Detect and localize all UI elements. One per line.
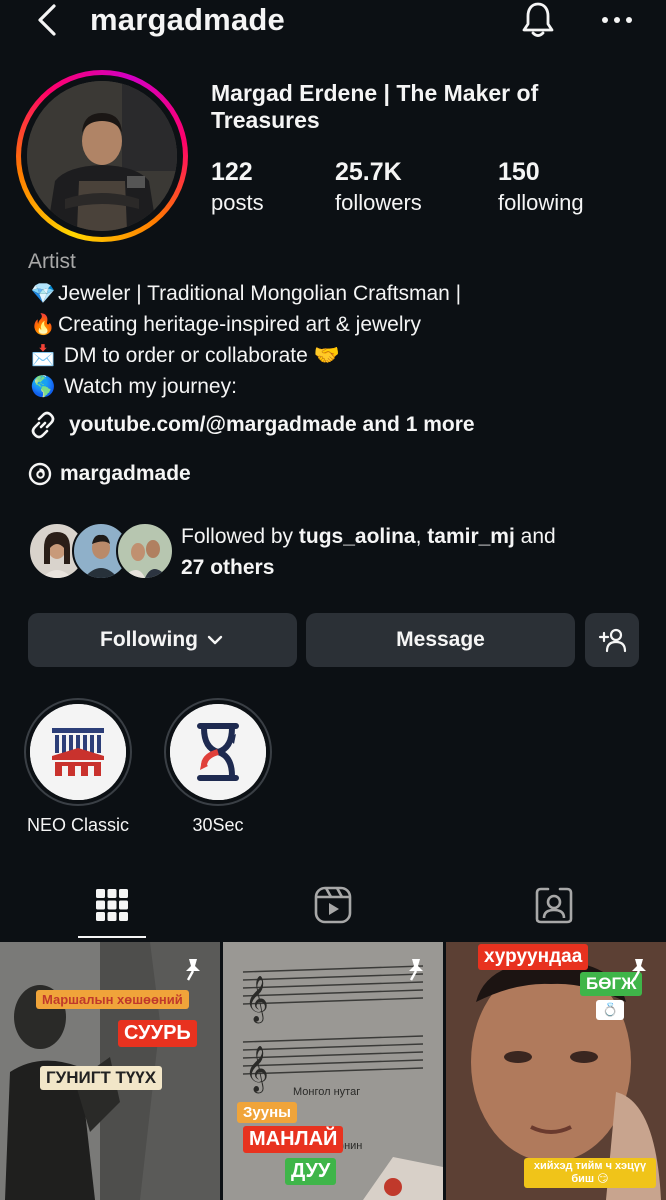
- svg-text:𝄞: 𝄞: [245, 976, 269, 1024]
- and-text: and: [514, 525, 556, 548]
- bio-line-1: 💎 Jeweler | Traditional Mongolian Craftsm…: [28, 278, 462, 310]
- globe-icon: 🌎: [30, 376, 56, 398]
- followed-by-text[interactable]: Followed by tugs_aolina, tamir_mj and 27 …: [181, 521, 631, 583]
- following-button-label: Following: [100, 628, 198, 651]
- post-caption-tag: Зууны: [237, 1102, 297, 1123]
- pin-icon: [632, 959, 646, 981]
- back-chevron-icon[interactable]: [30, 0, 70, 40]
- profile-link-text: youtube.com/@margadmade and 1 more: [69, 413, 475, 436]
- reels-icon: [314, 886, 352, 924]
- profile-username: margadmade: [90, 2, 285, 37]
- svg-text:𝄞: 𝄞: [245, 1046, 269, 1094]
- message-button[interactable]: Message: [306, 613, 575, 667]
- posts-label: posts: [211, 190, 264, 215]
- others-link[interactable]: 27 others: [181, 556, 274, 579]
- post-caption-tag: хуруундаа: [478, 944, 589, 970]
- envelope-icon: 📩: [30, 345, 56, 367]
- mutual-user-link[interactable]: tugs_aolina: [299, 525, 416, 548]
- following-label: following: [498, 190, 584, 215]
- posts-count: 122: [211, 158, 253, 186]
- display-name: Margad Erdene | The Maker of Treasures: [211, 80, 539, 133]
- bell-icon[interactable]: [518, 0, 558, 40]
- followers-count: 25.7K: [335, 158, 402, 186]
- post-caption-tag: Маршалын хөшөөний: [36, 990, 189, 1009]
- pin-icon: [409, 959, 423, 981]
- bio-line-2: 🔥 Creating heritage-inspired art & jewelr…: [28, 309, 421, 341]
- hourglass-arrows-icon: [170, 704, 266, 800]
- engraved-text: Монгол нутаг: [293, 1086, 361, 1098]
- gem-icon: 💎: [30, 283, 56, 305]
- threads-badge[interactable]: margadmade: [28, 462, 191, 486]
- avatar: [116, 522, 174, 580]
- post-thumbnail[interactable]: хуруундаа БӨГЖ 💍 хийхэд тийм ч хэцүү биш…: [446, 942, 666, 1200]
- profile-category: Artist: [28, 250, 76, 273]
- bio-text: DM to order or collaborate 🤝: [63, 344, 340, 367]
- tagged-icon: [535, 887, 573, 924]
- threads-icon: [28, 462, 52, 486]
- highlight-label: NEO Classic: [26, 815, 129, 835]
- mutual-followers-avatars[interactable]: [28, 522, 174, 580]
- post-thumbnail[interactable]: 𝄞 𝄞 Монгол нутаг тай эрд(э)нин Зууны МАН…: [223, 942, 443, 1200]
- neo-classic-logo-icon: [30, 704, 126, 800]
- more-icon[interactable]: [600, 10, 634, 30]
- followers-stat[interactable]: 25.7K followers: [335, 158, 422, 220]
- active-tab-indicator: [78, 936, 146, 938]
- fire-icon: 🔥: [30, 314, 56, 336]
- chevron-down-icon: [207, 635, 223, 645]
- following-stat[interactable]: 150 following: [498, 158, 584, 220]
- separator: ,: [415, 525, 428, 548]
- grid-icon: [96, 889, 128, 921]
- followed-by-prefix: Followed by: [181, 525, 299, 548]
- bio-line-4: 🌎 Watch my journey:: [28, 371, 237, 403]
- reels-tab[interactable]: [303, 875, 363, 935]
- post-thumbnail[interactable]: Маршалын хөшөөний СУУРЬ ГУНИГТ ТҮҮХ: [0, 942, 220, 1200]
- bio-text: Watch my journey:: [63, 375, 237, 398]
- following-count: 150: [498, 158, 540, 186]
- post-caption-tag: хийхэд тийм ч хэцүү биш 😏: [524, 1158, 656, 1188]
- profile-link[interactable]: youtube.com/@margadmade and 1 more: [28, 410, 475, 440]
- post-caption-tag: ГУНИГТ ТҮҮХ: [40, 1066, 163, 1090]
- bio-text: Creating heritage-inspired art & jewelry: [58, 313, 421, 336]
- post-caption-tag: ДУУ: [285, 1158, 337, 1185]
- bio-line-3: 📩 DM to order or collaborate 🤝: [28, 340, 340, 372]
- pin-icon: [186, 959, 200, 981]
- mutual-user-link[interactable]: tamir_mj: [427, 525, 515, 548]
- bio-text: Jeweler | Traditional Mongolian Craftsma…: [58, 282, 462, 305]
- highlight-30sec[interactable]: [164, 698, 272, 806]
- profile-avatar: [27, 81, 177, 231]
- post-caption-tag: МАНЛАЙ: [243, 1126, 344, 1153]
- highlight-label: 30Sec: [192, 815, 244, 835]
- profile-avatar-story-ring[interactable]: [16, 70, 188, 242]
- grid-tab[interactable]: [82, 875, 142, 935]
- threads-handle: margadmade: [60, 462, 191, 485]
- ring-emoji-icon: 💍: [596, 1000, 625, 1020]
- following-button[interactable]: Following: [28, 613, 297, 667]
- message-button-label: Message: [396, 628, 485, 651]
- tagged-tab[interactable]: [524, 875, 584, 935]
- link-icon: [31, 411, 55, 439]
- suggested-accounts-button[interactable]: [585, 613, 639, 667]
- highlight-neo-classic[interactable]: [24, 698, 132, 806]
- add-user-icon: [598, 628, 627, 653]
- posts-stat[interactable]: 122 posts: [211, 158, 264, 220]
- post-caption-tag: СУУРЬ: [118, 1020, 197, 1047]
- followers-label: followers: [335, 190, 422, 215]
